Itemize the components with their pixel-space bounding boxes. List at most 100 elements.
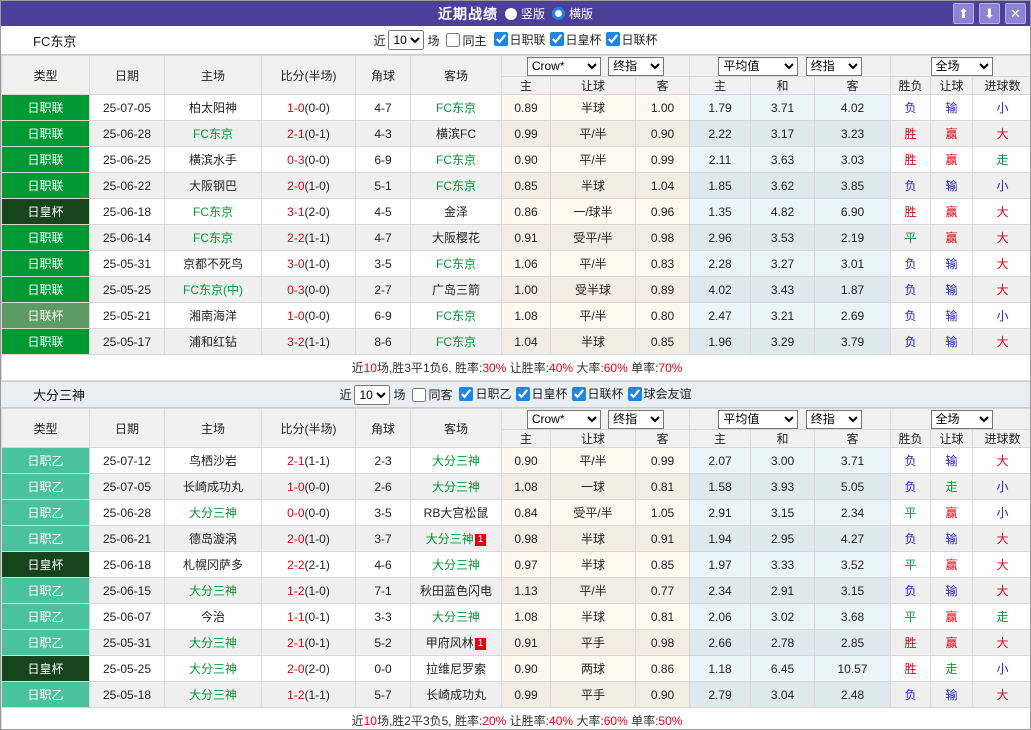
team-label: 金泽 — [444, 205, 468, 219]
avg-time-select[interactable]: 终指 — [806, 410, 862, 429]
away-team-cell: 大分三神 — [411, 604, 502, 630]
summary-row: 近10场,胜3平1负6, 胜率:30% 让胜率:40% 大率:60% 单率:70… — [2, 355, 1031, 381]
league-checkbox[interactable]: 球会友谊 — [628, 385, 692, 402]
score-cell: 2-1(1-1) — [262, 448, 356, 474]
league-badge: 日职乙 — [2, 474, 90, 500]
col-goals-result: 进球数 — [973, 77, 1031, 95]
away-team-cell: FC东京 — [411, 303, 502, 329]
result-cell: 负 — [891, 682, 931, 708]
matches-table: 类型 日期 主场 比分(半场) 角球 客场 Crow* 终指 平均值 终指 全场 — [1, 55, 1031, 381]
match-count-select[interactable]: 10 — [388, 30, 424, 50]
avg-draw-odds: 3.29 — [751, 329, 815, 355]
crow-handicap: 受半球 — [551, 277, 636, 303]
league-filter-group: 日职乙日皇杯日联杯球会友谊 — [455, 385, 691, 404]
avg-source-select[interactable]: 平均值 — [718, 57, 798, 76]
odds-source-select[interactable]: Crow* — [527, 57, 601, 76]
crow-handicap: 平/半 — [551, 303, 636, 329]
league-badge: 日皇杯 — [2, 552, 90, 578]
home-team-cell: FC东京 — [165, 121, 262, 147]
away-team-cell: 甲府风林1 — [411, 630, 502, 656]
layout-radio-horizontal[interactable]: 横版 — [552, 5, 593, 22]
league-badge: 日职乙 — [2, 682, 90, 708]
corner-cell: 5-1 — [356, 173, 411, 199]
league-checkbox[interactable]: 日皇杯 — [550, 31, 602, 48]
league-checkbox[interactable]: 日职联 — [494, 31, 546, 48]
team-label: 大阪樱花 — [432, 231, 480, 245]
date-cell: 25-05-25 — [90, 277, 165, 303]
scope-select[interactable]: 全场 — [931, 410, 993, 429]
match-row: 日职乙25-06-21德岛漩涡2-0(1-0)3-7大分三神10.98半球0.9… — [2, 526, 1031, 552]
handicap-result-cell: 赢 — [931, 630, 973, 656]
avg-draw-odds: 3.43 — [751, 277, 815, 303]
handicap-result-cell: 赢 — [931, 121, 973, 147]
result-cell: 负 — [891, 526, 931, 552]
same-venue-checkbox[interactable]: 同客 — [412, 386, 452, 403]
team-label: 德岛漩涡 — [189, 532, 237, 546]
team-label: FC东京 — [436, 179, 476, 193]
handicap-result-cell: 输 — [931, 526, 973, 552]
col-type: 类型 — [2, 56, 90, 95]
match-row: 日职联25-05-17浦和红钻3-2(1-1)8-6FC东京1.04半球0.85… — [2, 329, 1031, 355]
col-home: 主场 — [165, 409, 262, 448]
crow-away-odds: 0.81 — [636, 474, 690, 500]
handicap-result-cell: 输 — [931, 251, 973, 277]
league-checkbox[interactable]: 日联杯 — [606, 31, 658, 48]
league-checkbox[interactable]: 日皇杯 — [516, 385, 568, 402]
same-venue-checkbox[interactable]: 同主 — [446, 32, 486, 49]
avg-source-select[interactable]: 平均值 — [718, 410, 798, 429]
odds-source-select[interactable]: Crow* — [527, 410, 601, 429]
away-team-cell: 大分三神 — [411, 474, 502, 500]
league-filter-group: 日职联日皇杯日联杯 — [490, 31, 658, 50]
avg-draw-odds: 2.91 — [751, 578, 815, 604]
home-team-cell: 大阪钢巴 — [165, 173, 262, 199]
avg-home-odds: 2.34 — [690, 578, 751, 604]
score-cell: 3-0(1-0) — [262, 251, 356, 277]
corner-cell: 2-6 — [356, 474, 411, 500]
col-avg-draw: 和 — [751, 430, 815, 448]
avg-home-odds: 2.91 — [690, 500, 751, 526]
away-team-cell: 横滨FC — [411, 121, 502, 147]
move-down-button[interactable]: ⬇ — [979, 3, 1000, 24]
team-label: FC东京 — [436, 101, 476, 115]
radio-selected-icon[interactable] — [552, 7, 565, 20]
league-badge: 日职联 — [2, 225, 90, 251]
score-cell: 2-0(2-0) — [262, 656, 356, 682]
avg-draw-odds: 3.53 — [751, 225, 815, 251]
goals-result-cell: 小 — [973, 474, 1031, 500]
avg-draw-odds: 6.45 — [751, 656, 815, 682]
crow-home-odds: 1.06 — [502, 251, 551, 277]
layout-radio-vertical[interactable]: 竖版 — [505, 5, 545, 22]
crow-home-odds: 0.98 — [502, 526, 551, 552]
crow-handicap: 受平/半 — [551, 225, 636, 251]
avg-draw-odds: 2.78 — [751, 630, 815, 656]
league-badge: 日职联 — [2, 121, 90, 147]
avg-draw-odds: 2.95 — [751, 526, 815, 552]
score-cell: 3-2(1-1) — [262, 329, 356, 355]
league-checkbox[interactable]: 日职乙 — [459, 385, 511, 402]
radio-unselected-icon[interactable] — [505, 8, 517, 20]
home-team-cell: 大分三神 — [165, 500, 262, 526]
avg-draw-odds: 3.63 — [751, 147, 815, 173]
score-cell: 1-0(0-0) — [262, 474, 356, 500]
crow-handicap: 平/半 — [551, 578, 636, 604]
crow-away-odds: 0.85 — [636, 552, 690, 578]
scope-select[interactable]: 全场 — [931, 57, 993, 76]
col-avg-away: 客 — [815, 77, 891, 95]
league-checkbox[interactable]: 日联杯 — [572, 385, 624, 402]
close-button[interactable]: ✕ — [1005, 3, 1026, 24]
avg-away-odds: 3.01 — [815, 251, 891, 277]
odds-time-select[interactable]: 终指 — [608, 57, 664, 76]
crow-home-odds: 1.08 — [502, 474, 551, 500]
score-cell: 2-2(2-1) — [262, 552, 356, 578]
match-count-select[interactable]: 10 — [354, 385, 390, 405]
home-team-cell: 今治 — [165, 604, 262, 630]
odds-time-select[interactable]: 终指 — [608, 410, 664, 429]
col-avg-home: 主 — [690, 430, 751, 448]
goals-result-cell: 大 — [973, 329, 1031, 355]
move-up-button[interactable]: ⬆ — [953, 3, 974, 24]
matches-table: 类型 日期 主场 比分(半场) 角球 客场 Crow* 终指 平均值 终指 全场 — [1, 408, 1031, 730]
home-team-cell: 大分三神 — [165, 578, 262, 604]
avg-time-select[interactable]: 终指 — [806, 57, 862, 76]
team-label: 大分三神 — [432, 480, 480, 494]
avg-draw-odds: 3.02 — [751, 604, 815, 630]
